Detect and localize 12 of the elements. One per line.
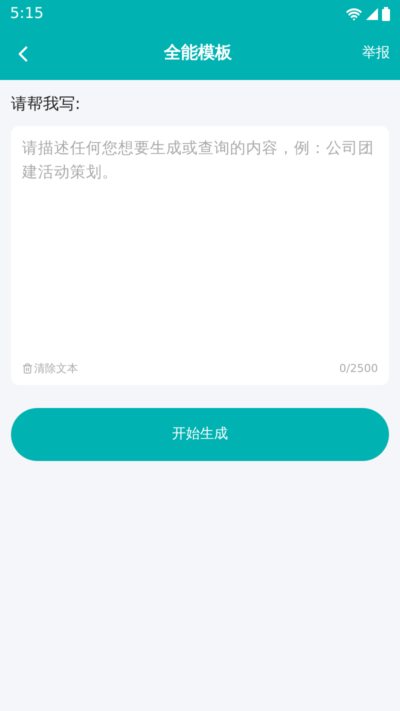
prompt-label: 请帮我写: [11,93,82,115]
status-time: 5:15 [10,3,44,24]
generate-button[interactable]: 开始生成 [11,408,389,461]
clear-text-button[interactable]: 清除文本 [22,360,78,377]
wifi-icon [346,6,362,22]
page-title: 全能模板 [164,42,232,65]
report-link[interactable]: 举报 [362,43,390,64]
trash-icon [22,363,33,374]
battery-icon [382,6,390,20]
character-counter: 0/2500 [339,360,378,376]
signal-icon [366,8,378,20]
prompt-field[interactable]: 请描述任何您想要生成或查询的内容，例：公司团建活动策划。 清除文本 0/2500 [11,126,389,385]
